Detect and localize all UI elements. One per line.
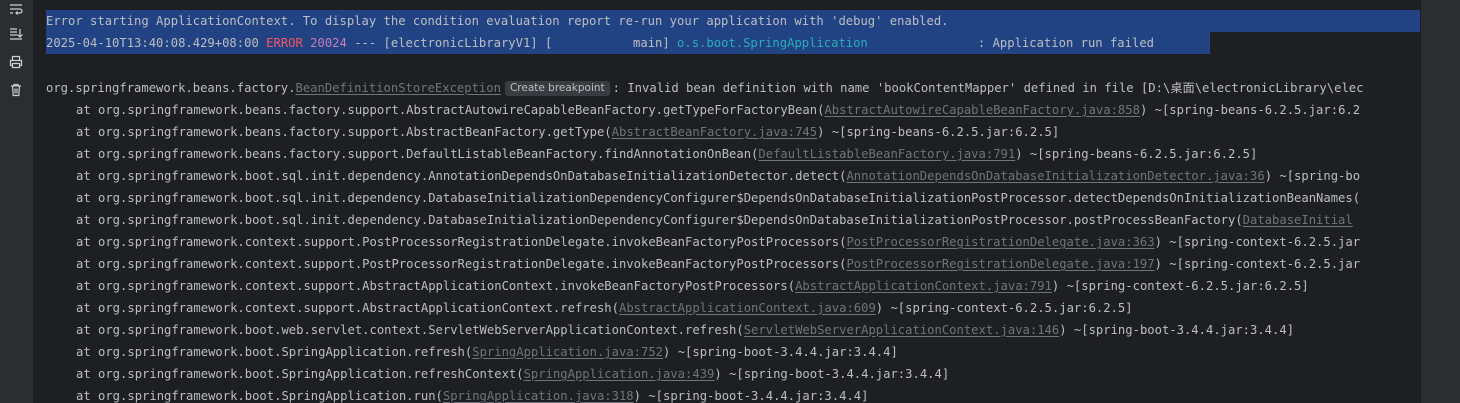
stack-frame: at org.springframework.context.support.P… [46,231,1360,253]
clear-all-icon[interactable] [6,80,26,100]
stack-frame-jar: ) ~[spring-beans-6.2.5.jar:6.2.5] [817,125,1060,139]
log-line-header: Error starting ApplicationContext. To di… [46,10,949,32]
stack-frame-jar: ) ~[spring-beans-6.2.5.jar:6.2.5] [1015,147,1258,161]
stack-frame-method: at org.springframework.boot.SpringApplic… [76,345,473,359]
stack-frame-file-link[interactable]: AnnotationDependsOnDatabaseInitializatio… [846,169,1264,183]
stack-frame-jar: ) ~[spring-boot-3.4.4.jar:3.4.4] [633,389,869,403]
stack-frame-method: at org.springframework.context.support.A… [76,279,796,293]
stack-frame-file-link[interactable]: ServletWebServerApplicationContext.java:… [744,323,1060,337]
exception-class-link[interactable]: BeanDefinitionStoreException [295,81,500,95]
stack-frame-method: at org.springframework.beans.factory.sup… [76,147,759,161]
stack-frame-file-link[interactable]: AbstractAutowireCapableBeanFactory.java:… [824,103,1140,117]
stack-frame-file-link[interactable]: DatabaseInitial [1243,213,1353,227]
log-line-error: 2025-04-10T13:40:08.429+08:00 ERROR 2002… [46,32,1154,54]
soft-wrap-icon[interactable] [6,0,26,20]
stack-frame-method: at org.springframework.beans.factory.sup… [76,103,825,117]
stack-frame-file-link[interactable]: PostProcessorRegistrationDelegate.java:3… [846,235,1154,249]
stack-frame-file-link[interactable]: AbstractApplicationContext.java:609 [619,301,876,315]
stack-frame-method: at org.springframework.boot.web.servlet.… [76,323,744,337]
stack-frame-jar: ) ~[spring-boot-3.4.4.jar:3.4.4] [1059,323,1295,337]
stack-frame-method: at org.springframework.context.support.P… [76,235,847,249]
create-breakpoint-button[interactable]: Create breakpoint [504,81,610,96]
stack-frame-method: at org.springframework.boot.SpringApplic… [76,389,443,403]
log-message: : Application run failed [867,36,1154,50]
stack-frame: at org.springframework.context.support.A… [46,275,1309,297]
stack-frame-method: at org.springframework.boot.sql.init.dep… [76,169,847,183]
stack-frame: at org.springframework.boot.SpringApplic… [46,341,898,363]
exception-line: org.springframework.beans.factory.BeanDe… [46,77,1363,99]
stack-frame-method: at org.springframework.context.support.P… [76,257,847,271]
stack-frame-file-link[interactable]: SpringApplication.java:752 [472,345,663,359]
log-logger: o.s.boot.SpringApplication [677,36,868,50]
stack-frame: at org.springframework.boot.sql.init.dep… [46,187,1360,209]
scroll-to-end-icon[interactable] [6,24,26,44]
stack-frame-jar: ) ~[spring-context-6.2.5.jar:6.2.5] [1051,279,1309,293]
stack-frame: at org.springframework.boot.SpringApplic… [46,385,868,403]
print-icon[interactable] [6,52,26,72]
stack-frame-jar: ) ~[spring-boot-3.4.4.jar:3.4.4] [663,345,898,359]
stack-frame: at org.springframework.beans.factory.sup… [46,143,1257,165]
stack-frame-method: at org.springframework.boot.SpringApplic… [76,367,524,381]
stack-frame-jar: ) ~[spring-context-6.2.5.jar [1154,257,1361,271]
stack-frame-file-link[interactable]: DefaultListableBeanFactory.java:791 [758,147,1015,161]
stack-frame-jar: ) ~[spring-boot-3.4.4.jar:3.4.4] [714,367,950,381]
log-level: ERROR [266,36,303,50]
stack-frame-method: at org.springframework.context.support.A… [76,301,619,315]
log-thread: --- [electronicLibraryV1] [ main] [346,36,678,50]
stack-frame-file-link[interactable]: SpringApplication.java:439 [524,367,715,381]
console-toolbar [0,0,34,403]
stack-frame: at org.springframework.boot.web.servlet.… [46,319,1294,341]
stack-frame-jar: ) ~[spring-context-6.2.5.jar [1154,235,1361,249]
stack-frame: at org.springframework.beans.factory.sup… [46,99,1360,121]
error-starting-text: Error starting ApplicationContext. To di… [46,14,949,28]
stack-frame-file-link[interactable]: PostProcessorRegistrationDelegate.java:1… [846,257,1154,271]
stack-frame: at org.springframework.boot.sql.init.dep… [46,209,1353,231]
stack-frame-file-link[interactable]: AbstractBeanFactory.java:745 [612,125,817,139]
log-timestamp: 2025-04-10T13:40:08.429+08:00 [46,36,259,50]
exception-message: : Invalid bean definition with name 'boo… [612,81,1364,95]
stack-frame-jar: ) ~[spring-bo [1264,169,1361,183]
console-output[interactable]: Error starting ApplicationContext. To di… [34,0,1420,403]
stack-frame: at org.springframework.context.support.A… [46,297,1133,319]
stack-frame-method: at org.springframework.beans.factory.sup… [76,125,612,139]
stack-frame-file-link[interactable]: AbstractApplicationContext.java:791 [795,279,1052,293]
stack-frame-jar: ) ~[spring-beans-6.2.5.jar:6.2 [1139,103,1361,117]
stack-frame-method: at org.springframework.boot.sql.init.dep… [76,191,1361,205]
stack-frame-jar: ) ~[spring-context-6.2.5.jar:6.2.5] [875,301,1133,315]
log-pid: 20024 [310,36,347,50]
stack-frame: at org.springframework.boot.SpringApplic… [46,363,949,385]
stack-frame: at org.springframework.boot.sql.init.dep… [46,165,1360,187]
stack-frame-method: at org.springframework.boot.sql.init.dep… [76,213,1243,227]
exception-prefix: org.springframework.beans.factory. [46,81,296,95]
stack-frame: at org.springframework.context.support.P… [46,253,1360,275]
stack-frame-file-link[interactable]: SpringApplication.java:318 [443,389,634,403]
stack-frame: at org.springframework.beans.factory.sup… [46,121,1059,143]
right-gutter [1421,0,1460,403]
